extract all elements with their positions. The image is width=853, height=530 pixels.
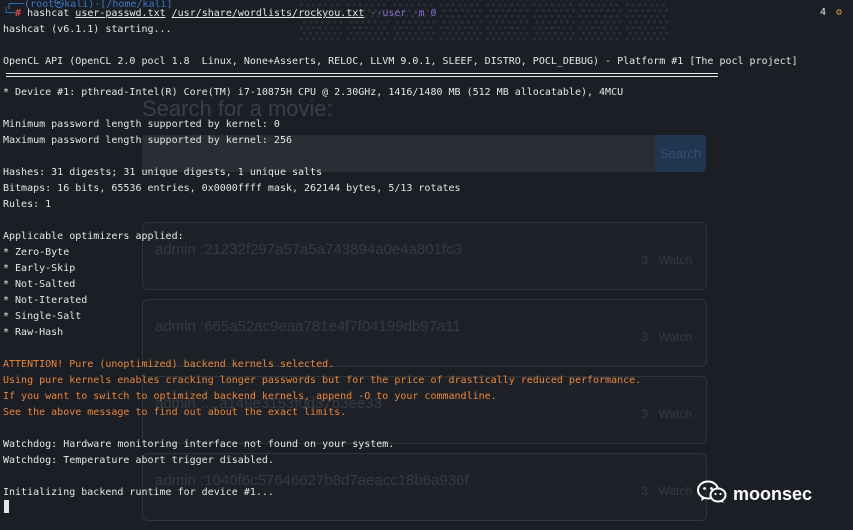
optimizer-item: * Single-Salt	[3, 311, 82, 322]
watchdog-line: Watchdog: Temperature abort trigger disa…	[3, 455, 274, 466]
movie-card-count: 3	[641, 407, 648, 421]
warning-line: If you want to switch to optimized backe…	[3, 391, 497, 402]
hashes-line: Hashes: 31 digests; 31 unique digests, 1…	[3, 167, 323, 178]
command-line: └─# hashcat user-passwd.txt /usr/share/w…	[3, 8, 437, 20]
warning-line: ATTENTION! Pure (unoptimized) backend ke…	[3, 359, 335, 370]
watch-button[interactable]: Watch	[658, 407, 692, 421]
init-line: Initializing backend runtime for device …	[3, 487, 274, 498]
movie-card-hash: admin :665a52ac9eaa781e4f7f04199db97a11	[155, 318, 461, 335]
optimizer-item: * Zero-Byte	[3, 247, 70, 258]
optimizer-item: * Early-Skip	[3, 263, 76, 274]
terminal-cursor	[4, 500, 9, 513]
root-prompt-symbol: #	[15, 8, 22, 19]
movie-card-count: 3	[641, 330, 648, 344]
watch-button[interactable]: Watch	[658, 484, 692, 498]
device-line: * Device #1: pthread-Intel(R) Core(TM) i…	[3, 87, 624, 98]
warning-line: Using pure kernels enables cracking long…	[3, 375, 642, 386]
optimizers-header: Applicable optimizers applied:	[3, 231, 184, 242]
watchdog-line: Watchdog: Hardware monitoring interface …	[3, 439, 395, 450]
wechat-icon	[697, 480, 727, 508]
watch-button[interactable]: Watch	[658, 330, 692, 344]
bitmaps-line: Bitmaps: 16 bits, 65536 entries, 0x0000f…	[3, 183, 461, 194]
movie-search-button[interactable]: Search	[655, 135, 706, 172]
starting-line: hashcat (v6.1.1) starting...	[3, 24, 172, 35]
movie-card-count: 3	[641, 484, 648, 498]
gear-icon[interactable]: ⚙	[836, 7, 842, 18]
opencl-line: OpenCL API (OpenCL 2.0 pocl 1.8 Linux, N…	[3, 56, 798, 67]
optimizer-item: * Raw-Hash	[3, 327, 64, 338]
movie-card: admin :21232f297a57a5a743894a0e4a801fc3 …	[142, 222, 707, 290]
terminal-corner-status: 4 ⚙	[820, 7, 842, 18]
watermark-text: moonsec	[733, 483, 813, 504]
prompt-arrow: └─	[3, 8, 16, 19]
watch-button[interactable]: Watch	[658, 253, 692, 267]
movie-card-hash: admin :21232f297a57a5a743894a0e4a801fc3	[155, 241, 462, 258]
watermark: moonsec	[697, 480, 812, 508]
movie-card: admin :665a52ac9eaa781e4f7f04199db97a11 …	[142, 299, 707, 367]
warning-line: See the above message to find out about …	[3, 407, 347, 418]
command-name: hashcat	[27, 8, 70, 19]
max-password-line: Maximum password length supported by ker…	[3, 135, 292, 146]
movie-card-count: 3	[641, 253, 648, 267]
separator-line	[6, 73, 718, 74]
rules-line: Rules: 1	[3, 199, 52, 210]
optimizer-item: * Not-Salted	[3, 279, 76, 290]
optimizer-item: * Not-Iterated	[3, 295, 88, 306]
job-count: 4	[819, 7, 826, 18]
wordlist-arg: /usr/share/wordlists/rockyou.txt	[171, 8, 365, 19]
min-password-line: Minimum password length supported by ker…	[3, 119, 280, 130]
separator-line	[6, 76, 718, 77]
command-options: --user -m 0	[370, 8, 437, 19]
hash-file-arg: user-passwd.txt	[75, 8, 166, 19]
